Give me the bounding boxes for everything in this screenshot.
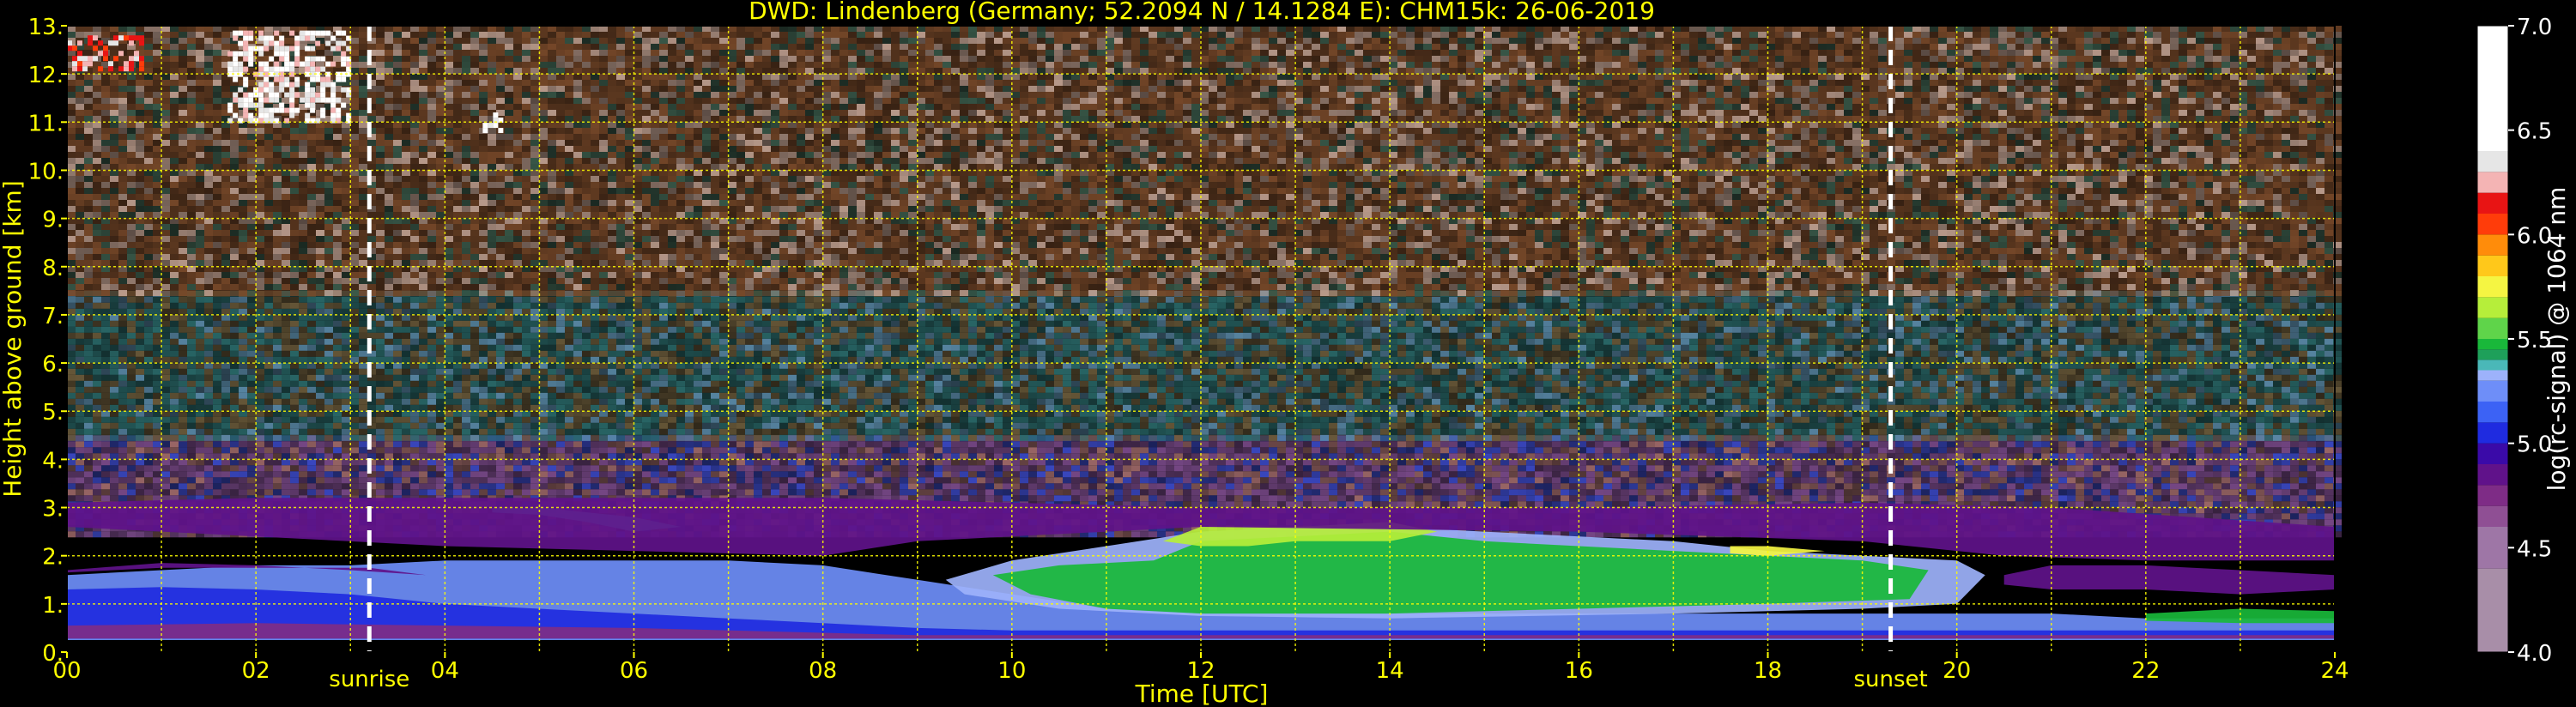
y-tick-label: 8.: [42, 256, 64, 281]
x-tick-label: 24: [2320, 658, 2349, 684]
colorbar: [2476, 25, 2509, 653]
colorbar-step: [2477, 527, 2508, 569]
x-tick-label: 08: [809, 658, 837, 684]
x-tick-label: 22: [2131, 658, 2160, 684]
sun-event-label: sunrise: [329, 667, 409, 692]
x-tick-label: 14: [1376, 658, 1404, 684]
y-tick-label: 5.: [42, 400, 64, 426]
colorbar-step: [2477, 214, 2508, 235]
colorbar-step: [2477, 505, 2508, 527]
colorbar-step: [2477, 464, 2508, 486]
x-tick-label: 04: [431, 658, 459, 684]
y-tick-label: 9.: [42, 208, 64, 233]
sun-event-label: sunset: [1853, 667, 1927, 692]
x-tick-label: 16: [1565, 658, 1593, 684]
colorbar-step: [2477, 380, 2508, 402]
colorbar-tick-label: 7.0: [2517, 15, 2552, 40]
y-tick-label: 13.: [28, 15, 64, 40]
colorbar-step: [2477, 339, 2508, 350]
y-tick-label: 6.: [42, 352, 64, 378]
chart-title: DWD: Lindenberg (Germany; 52.2094 N / 14…: [749, 0, 1655, 25]
colorbar-step: [2477, 26, 2508, 151]
colorbar-tick-label: 4.0: [2517, 641, 2552, 667]
y-tick-label: 1.: [42, 593, 64, 619]
colorbar-step: [2477, 276, 2508, 298]
y-axis-label: Height above ground [km]: [0, 180, 27, 498]
y-tick-label: 0.: [42, 641, 64, 667]
colorbar-step: [2477, 360, 2508, 371]
x-tick-label: 20: [1943, 658, 1971, 684]
colorbar-step: [2477, 317, 2508, 339]
colorbar-step: [2477, 192, 2508, 214]
colorbar-step: [2477, 568, 2508, 652]
lidar-figure: DWD: Lindenberg (Germany; 52.2094 N / 14…: [0, 0, 2576, 707]
x-tick-label: 06: [620, 658, 648, 684]
x-axis-label: Time [UTC]: [1135, 680, 1269, 707]
plot-area: [66, 25, 2342, 653]
y-tick-label: 12.: [28, 63, 64, 88]
colorbar-step: [2477, 349, 2508, 360]
colorbar-step: [2477, 297, 2508, 318]
colorbar-step: [2477, 443, 2508, 464]
noise-region: [67, 26, 2342, 296]
colorbar-step: [2477, 255, 2508, 276]
colorbar-step: [2477, 172, 2508, 193]
noise-layer: [67, 26, 2342, 538]
colorbar-tick-label: 6.5: [2517, 119, 2552, 145]
colorbar-step: [2477, 422, 2508, 444]
y-tick-label: 4.: [42, 448, 64, 474]
colorbar-step: [2477, 151, 2508, 172]
colorbar-step: [2477, 234, 2508, 256]
colorbar-step: [2477, 485, 2508, 506]
colorbar-step: [2477, 370, 2508, 381]
colorbar-step: [2477, 402, 2508, 423]
noise-region: [67, 290, 2342, 441]
y-tick-label: 2.: [42, 545, 64, 571]
colorbar-label: log(rc-signal) @ 1064 nm: [2543, 187, 2571, 492]
y-tick-label: 11.: [28, 111, 64, 136]
x-tick-label: 02: [242, 658, 270, 684]
x-tick-label: 10: [997, 658, 1026, 684]
y-tick-label: 7.: [42, 304, 64, 329]
x-tick-label: 18: [1754, 658, 1782, 684]
colorbar-tick-label: 4.5: [2517, 536, 2552, 562]
y-tick-label: 10.: [28, 159, 64, 184]
y-tick-label: 3.: [42, 497, 64, 523]
